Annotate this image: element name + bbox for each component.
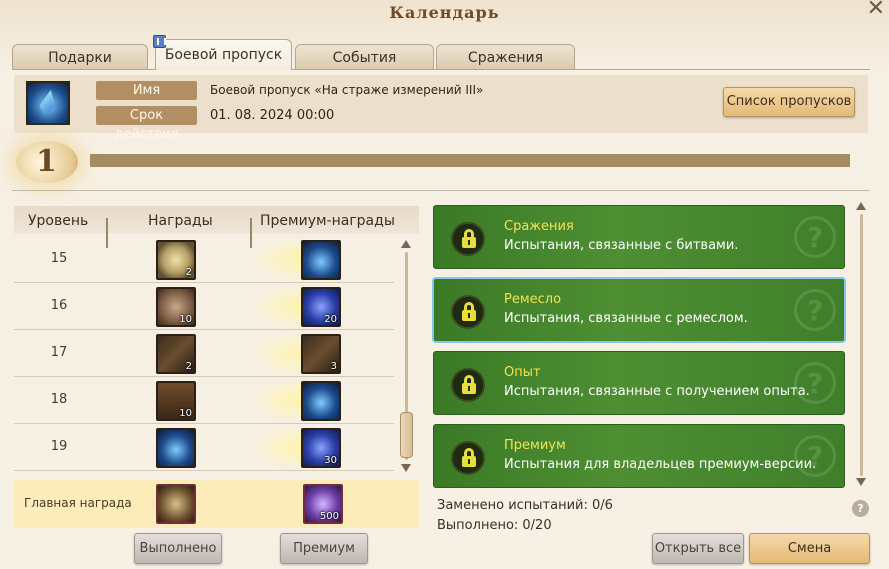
tab-battle-pass[interactable]: Боевой пропуск — [155, 39, 292, 70]
challenge-card-premium[interactable]: Премиум Испытания для владельцев премиум… — [433, 424, 845, 488]
premium-crystal-icon[interactable] — [301, 240, 341, 280]
unlock-icon — [451, 368, 485, 402]
table-row: 18 10 — [14, 377, 394, 424]
pass-name: Боевой пропуск «На страже измерений III» — [210, 83, 484, 97]
level-number: 1 — [36, 144, 57, 179]
level-badge: 1 — [16, 141, 78, 183]
level-progress: 1 — [14, 139, 870, 185]
rewards-table: Уровень Награды Премиум-награды 15 2 16 … — [14, 206, 419, 528]
question-watermark-icon: ? — [794, 216, 836, 258]
reward-chest-icon[interactable]: 10 — [156, 381, 196, 421]
reward-bow-icon[interactable]: 2 — [156, 334, 196, 374]
reward-crystal-icon[interactable] — [156, 428, 196, 468]
calendar-window: Календарь ✕ Подарки Боевой пропуск Событ… — [0, 0, 889, 569]
question-watermark-icon: ? — [794, 435, 836, 477]
completed-count: Выполнено: 0/20 — [437, 518, 552, 533]
table-row: 17 2 3 — [14, 330, 394, 377]
tab-events[interactable]: События — [295, 44, 434, 70]
row-level: 19 — [50, 439, 68, 454]
section-divider — [12, 190, 870, 191]
reward-orb-icon[interactable]: 10 — [156, 287, 196, 327]
pass-info-panel: Имя Боевой пропуск «На страже измерений … — [14, 75, 868, 142]
row-level: 18 — [50, 392, 68, 407]
premium-blue-orb-icon[interactable]: 20 — [301, 287, 341, 327]
scroll-down-icon[interactable] — [401, 464, 411, 472]
table-row: 15 2 — [14, 236, 394, 283]
completed-button[interactable]: Выполнено — [134, 533, 222, 564]
row-level: 17 — [50, 345, 68, 360]
challenge-title: Сражения — [504, 219, 574, 234]
challenge-card-battles[interactable]: Сражения Испытания, связанные с битвами.… — [433, 205, 845, 269]
challenge-title: Опыт — [504, 365, 541, 380]
reward-count: 2 — [185, 267, 192, 278]
premium-blue-orb-icon[interactable]: 30 — [301, 428, 341, 468]
window-title: Календарь — [389, 3, 500, 22]
challenge-desc: Испытания для владельцев премиум-версии. — [504, 457, 817, 472]
premium-count: 30 — [324, 455, 337, 466]
main-reward-row: Главная награда 500 — [14, 480, 419, 528]
challenge-title: Премиум — [504, 438, 566, 453]
premium-button[interactable]: Премиум — [280, 533, 368, 564]
unlock-icon — [451, 441, 485, 475]
tab-divider — [12, 69, 870, 70]
header-premium: Премиум-награды — [260, 213, 395, 229]
scroll-up-icon[interactable] — [856, 202, 866, 210]
challenge-title: Ремесло — [504, 292, 562, 307]
header-level: Уровень — [28, 213, 89, 229]
challenge-desc: Испытания, связанные с битвами. — [504, 238, 739, 253]
challenge-desc: Испытания, связанные с получением опыта. — [504, 384, 810, 399]
main-premium-pearl-icon[interactable]: 500 — [303, 484, 343, 524]
reward-coin-icon[interactable]: 2 — [156, 240, 196, 280]
table-row: 16 10 20 — [14, 283, 394, 330]
name-label: Имя — [96, 81, 197, 100]
scroll-up-icon[interactable] — [401, 240, 411, 248]
pause-badge-icon — [153, 35, 166, 48]
premium-count: 500 — [319, 511, 339, 522]
reward-count: 2 — [185, 361, 192, 372]
unlock-icon — [451, 222, 485, 256]
challenge-scrollbar[interactable] — [855, 202, 867, 486]
premium-count: 3 — [330, 361, 337, 372]
close-icon[interactable]: ✕ — [867, 0, 885, 21]
question-icon[interactable]: ? — [852, 500, 869, 517]
question-watermark-icon: ? — [794, 289, 836, 331]
challenge-card-crafting[interactable]: Ремесло Испытания, связанные с ремеслом.… — [432, 277, 846, 343]
tab-gifts[interactable]: Подарки — [12, 44, 148, 70]
main-reward-label: Главная награда — [24, 496, 132, 510]
scroll-thumb[interactable] — [400, 412, 413, 458]
expiry-value: 01. 08. 2024 00:00 — [210, 108, 335, 123]
experience-bar — [90, 154, 850, 167]
scroll-down-icon[interactable] — [856, 478, 866, 486]
premium-bow-icon[interactable]: 3 — [301, 334, 341, 374]
header-rewards: Награды — [148, 213, 213, 229]
change-challenge-button[interactable]: Смена испытания — [749, 533, 870, 564]
open-all-button[interactable]: Открыть все — [652, 533, 744, 564]
expiry-label: Срок действия — [96, 106, 197, 142]
row-level: 16 — [50, 298, 68, 313]
rewards-scrollbar[interactable] — [400, 240, 413, 472]
tab-battles[interactable]: Сражения — [436, 44, 575, 70]
battle-pass-crystal-icon — [26, 81, 70, 125]
row-level: 15 — [50, 251, 68, 266]
challenge-desc: Испытания, связанные с ремеслом. — [504, 311, 748, 326]
question-watermark-icon: ? — [794, 362, 836, 404]
reward-count: 10 — [179, 408, 192, 419]
premium-crystal-icon[interactable] — [301, 381, 341, 421]
replaced-count: Заменено испытаний: 0/6 — [437, 498, 613, 513]
pass-list-button[interactable]: Список пропусков — [723, 87, 855, 117]
main-reward-medal-icon[interactable] — [156, 484, 196, 524]
reward-count: 10 — [179, 314, 192, 325]
scroll-track[interactable] — [860, 214, 863, 476]
challenge-card-experience[interactable]: Опыт Испытания, связанные с получением о… — [433, 351, 845, 415]
rewards-table-header: Уровень Награды Премиум-награды — [14, 206, 419, 248]
unlock-icon — [451, 295, 485, 329]
premium-count: 20 — [324, 314, 337, 325]
table-row: 19 30 — [14, 424, 394, 471]
